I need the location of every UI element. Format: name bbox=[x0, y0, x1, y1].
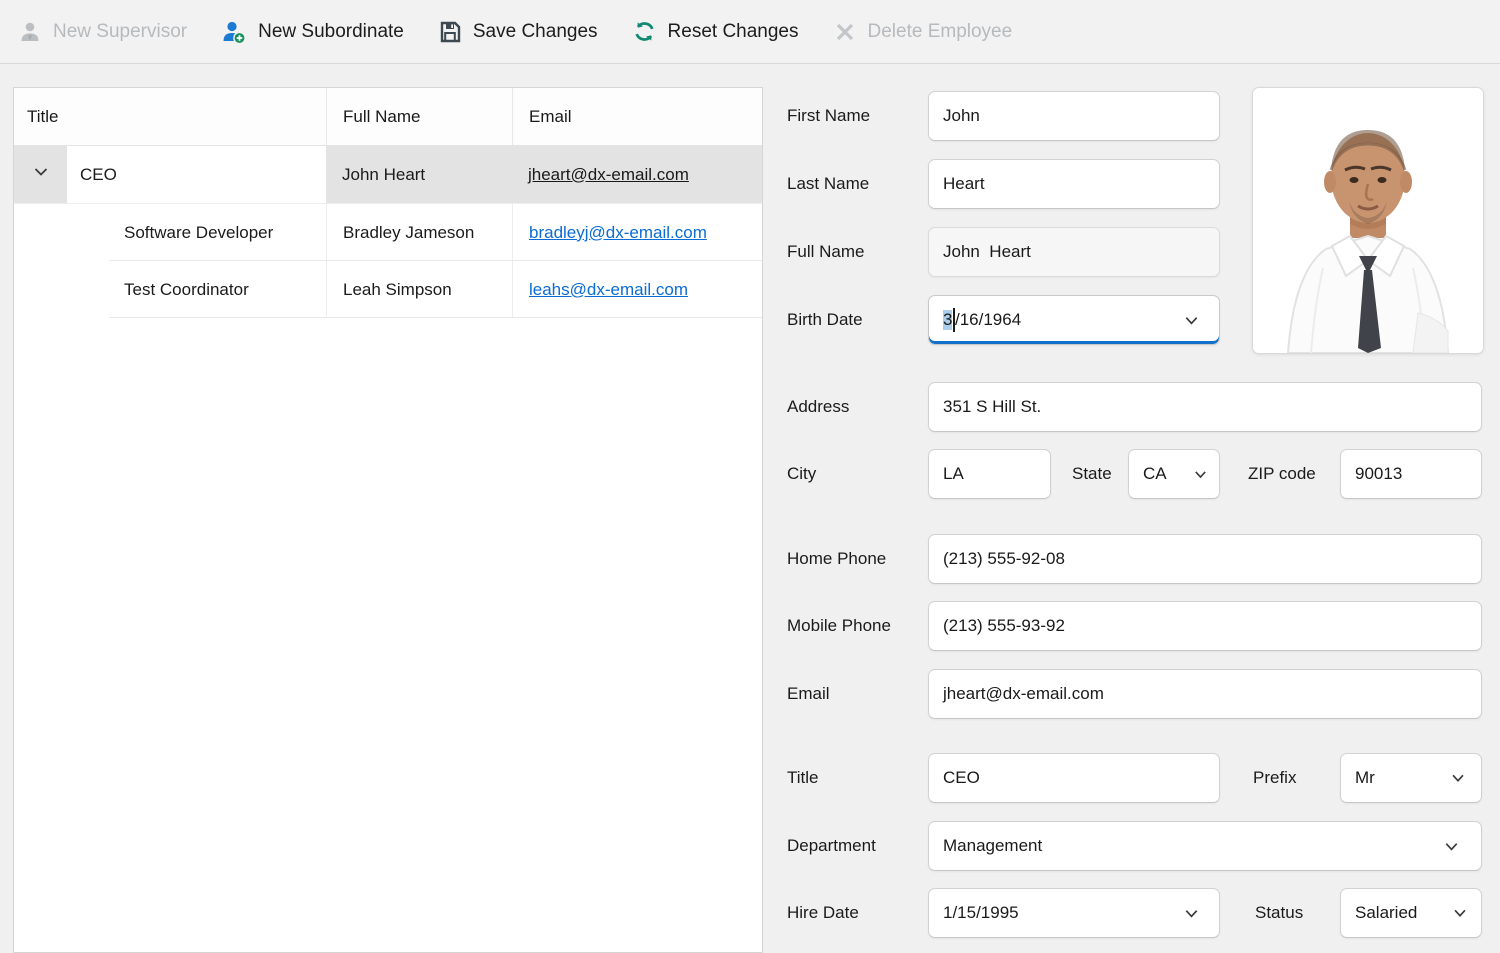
column-header-full-name[interactable]: Full Name bbox=[326, 88, 512, 145]
person-icon bbox=[18, 20, 42, 44]
department-combobox[interactable]: Management bbox=[928, 821, 1482, 871]
delete-employee-label: Delete Employee bbox=[868, 21, 1013, 43]
employee-photo bbox=[1252, 87, 1484, 354]
email-field[interactable]: jheart@dx-email.com bbox=[928, 669, 1482, 719]
address-field[interactable]: 351 S Hill St. bbox=[928, 382, 1482, 432]
employee-manager-window: New Supervisor New Subordinate bbox=[0, 0, 1500, 952]
save-changes-label: Save Changes bbox=[473, 21, 598, 43]
selected-date-part: 3 bbox=[943, 310, 952, 330]
chevron-down-icon[interactable] bbox=[1182, 904, 1201, 923]
state-combobox[interactable]: CA bbox=[1128, 449, 1220, 499]
full-name-label: Full Name bbox=[787, 242, 864, 262]
zip-code-label: ZIP code bbox=[1248, 464, 1316, 484]
expand-collapse-button[interactable] bbox=[14, 146, 67, 203]
department-label: Department bbox=[787, 836, 876, 856]
department-value: Management bbox=[943, 836, 1042, 856]
chevron-down-icon[interactable] bbox=[1192, 466, 1209, 483]
state-value: CA bbox=[1143, 464, 1167, 484]
chevron-down-icon bbox=[31, 162, 51, 187]
toolbar: New Supervisor New Subordinate bbox=[0, 0, 1500, 64]
city-field[interactable]: LA bbox=[928, 449, 1051, 499]
person-add-icon bbox=[221, 19, 247, 45]
new-supervisor-label: New Supervisor bbox=[53, 21, 187, 43]
title-field[interactable]: CEO bbox=[928, 753, 1220, 803]
email-link[interactable]: jheart@dx-email.com bbox=[528, 165, 689, 185]
new-supervisor-button[interactable]: New Supervisor bbox=[16, 16, 189, 48]
tree-row-ceo[interactable]: CEO John Heart jheart@dx-email.com bbox=[14, 146, 762, 204]
birth-date-field[interactable]: 3/16/1964 bbox=[928, 295, 1220, 345]
chevron-down-icon[interactable] bbox=[1442, 837, 1461, 856]
prefix-value: Mr bbox=[1355, 768, 1375, 788]
full-name-cell[interactable]: John Heart bbox=[326, 146, 512, 203]
tree-row-software-developer[interactable]: Software Developer Bradley Jameson bradl… bbox=[14, 204, 762, 261]
full-name-cell[interactable]: Leah Simpson bbox=[326, 261, 512, 318]
full-name-cell[interactable]: Bradley Jameson bbox=[326, 204, 512, 261]
tree-header-row: Title Full Name Email bbox=[14, 88, 762, 146]
date-rest: /16/1964 bbox=[955, 310, 1021, 330]
first-name-label: First Name bbox=[787, 106, 870, 126]
reset-icon bbox=[632, 19, 657, 44]
email-label: Email bbox=[787, 684, 830, 704]
employee-tree-list: Title Full Name Email CEO John Heart jhe… bbox=[13, 87, 763, 953]
city-label: City bbox=[787, 464, 816, 484]
mobile-phone-label: Mobile Phone bbox=[787, 616, 891, 636]
delete-x-icon bbox=[833, 20, 857, 44]
new-subordinate-label: New Subordinate bbox=[258, 21, 404, 43]
hire-date-value: 1/15/1995 bbox=[943, 903, 1019, 923]
tree-row-test-coordinator[interactable]: Test Coordinator Leah Simpson leahs@dx-e… bbox=[14, 261, 762, 318]
new-subordinate-button[interactable]: New Subordinate bbox=[219, 15, 406, 49]
status-value: Salaried bbox=[1355, 903, 1417, 923]
state-label: State bbox=[1072, 464, 1112, 484]
email-link[interactable]: leahs@dx-email.com bbox=[529, 280, 688, 300]
birth-date-label: Birth Date bbox=[787, 310, 863, 330]
save-icon bbox=[438, 20, 462, 44]
prefix-label: Prefix bbox=[1253, 768, 1296, 788]
mobile-phone-field[interactable]: (213) 555-93-92 bbox=[928, 601, 1482, 651]
last-name-field[interactable]: Heart bbox=[928, 159, 1220, 209]
zip-code-field[interactable]: 90013 bbox=[1340, 449, 1482, 499]
title-label: Title bbox=[787, 768, 819, 788]
delete-employee-button[interactable]: Delete Employee bbox=[831, 16, 1015, 48]
hire-date-field[interactable]: 1/15/1995 bbox=[928, 888, 1220, 938]
status-label: Status bbox=[1255, 903, 1303, 923]
column-header-title[interactable]: Title bbox=[14, 88, 326, 145]
email-link[interactable]: bradleyj@dx-email.com bbox=[529, 223, 707, 243]
last-name-label: Last Name bbox=[787, 174, 869, 194]
chevron-down-icon[interactable] bbox=[1182, 311, 1205, 330]
chevron-down-icon[interactable] bbox=[1451, 904, 1469, 922]
column-header-email[interactable]: Email bbox=[512, 88, 762, 145]
reset-changes-button[interactable]: Reset Changes bbox=[630, 15, 801, 48]
address-label: Address bbox=[787, 397, 849, 417]
prefix-combobox[interactable]: Mr bbox=[1340, 753, 1482, 803]
title-cell[interactable]: Test Coordinator bbox=[14, 261, 326, 318]
home-phone-label: Home Phone bbox=[787, 549, 886, 569]
title-cell-editor[interactable]: CEO bbox=[67, 146, 326, 203]
reset-changes-label: Reset Changes bbox=[668, 21, 799, 43]
title-cell[interactable]: Software Developer bbox=[14, 204, 326, 261]
full-name-field: John Heart bbox=[928, 227, 1220, 277]
status-combobox[interactable]: Salaried bbox=[1340, 888, 1482, 938]
home-phone-field[interactable]: (213) 555-92-08 bbox=[928, 534, 1482, 584]
first-name-field[interactable]: John bbox=[928, 91, 1220, 141]
hire-date-label: Hire Date bbox=[787, 903, 859, 923]
save-changes-button[interactable]: Save Changes bbox=[436, 16, 600, 48]
chevron-down-icon[interactable] bbox=[1449, 769, 1467, 787]
